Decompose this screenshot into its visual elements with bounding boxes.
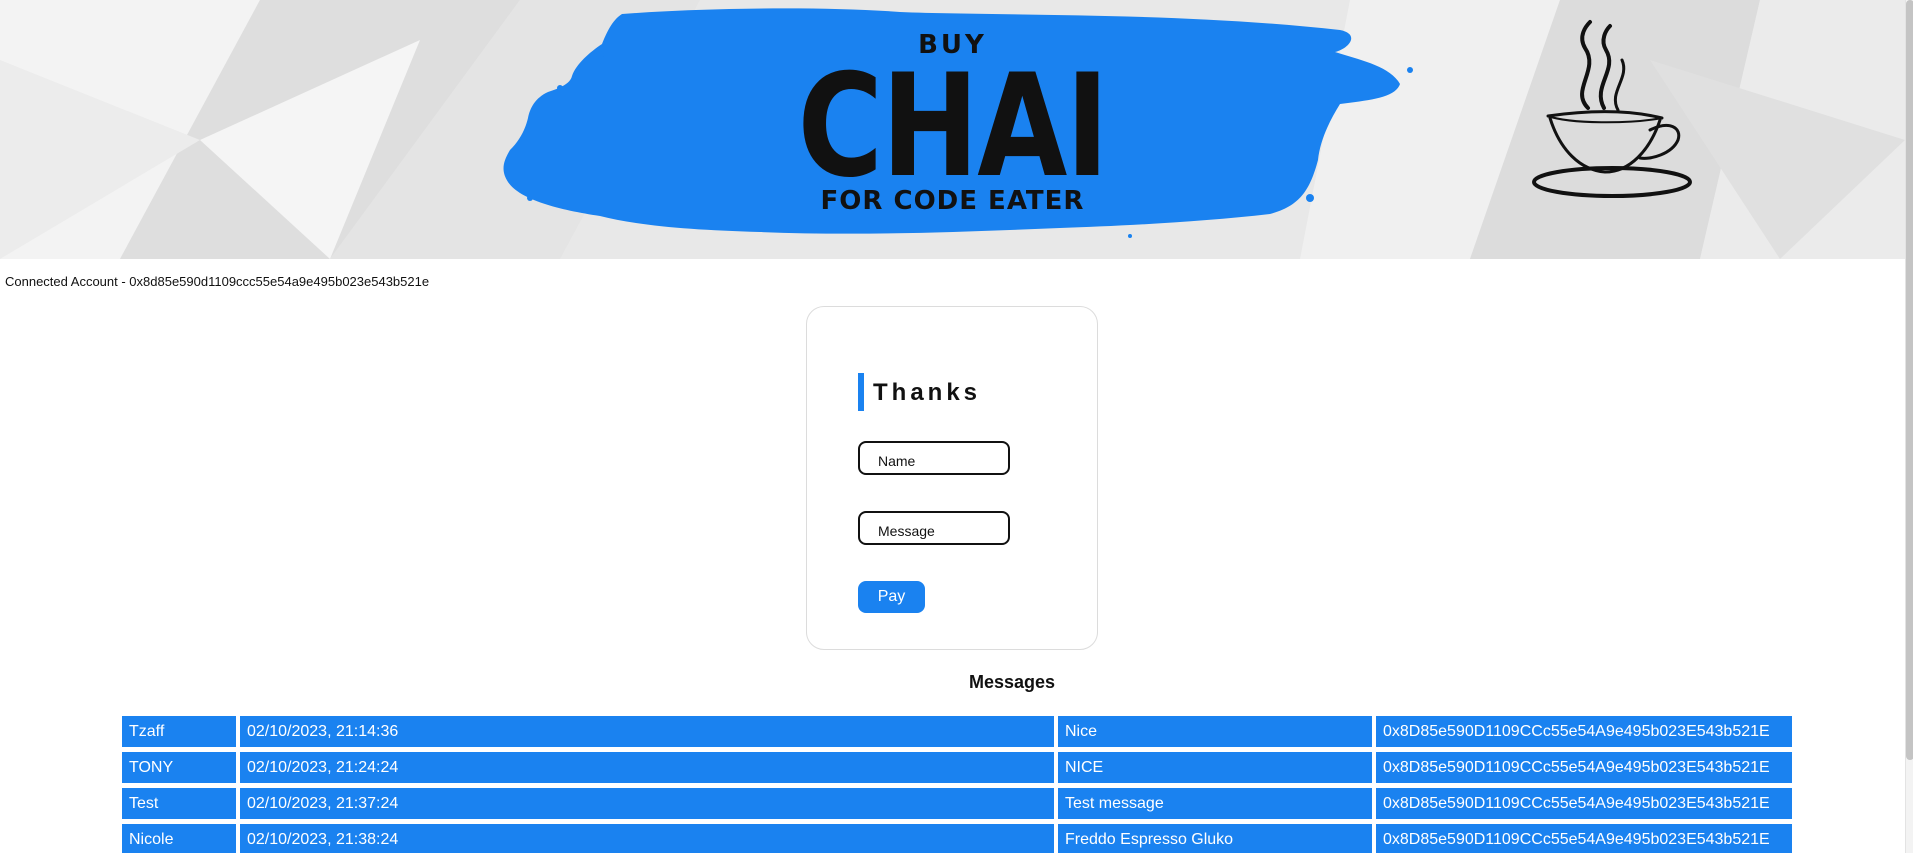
message-input[interactable]: Message xyxy=(858,511,1010,545)
cell-name: Tzaff xyxy=(122,716,236,747)
title-accent-bar xyxy=(858,373,864,411)
payment-form-card: Thanks Name Message Pay xyxy=(806,306,1098,650)
scrollbar-thumb[interactable] xyxy=(1906,0,1913,760)
cell-address: 0x8D85e590D1109CCc55e54A9e495b023E543b52… xyxy=(1376,788,1792,819)
cell-name: TONY xyxy=(122,752,236,783)
cell-message: Test message xyxy=(1058,788,1372,819)
cell-time: 02/10/2023, 21:14:36 xyxy=(240,716,1054,747)
cell-address: 0x8D85e590D1109CCc55e54A9e495b023E543b52… xyxy=(1376,716,1792,747)
messages-heading: Messages xyxy=(968,672,1056,692)
cell-time: 02/10/2023, 21:24:24 xyxy=(240,752,1054,783)
banner-subtitle: FOR CODE EATER xyxy=(820,186,1085,216)
cell-address: 0x8D85e590D1109CCc55e54A9e495b023E543b52… xyxy=(1376,752,1792,783)
form-title: Thanks xyxy=(873,379,982,406)
cell-message: Nice xyxy=(1058,716,1372,747)
cell-time: 02/10/2023, 21:37:24 xyxy=(240,788,1054,819)
cell-time: 02/10/2023, 21:38:24 xyxy=(240,824,1054,853)
banner-chai-text: CHAI xyxy=(797,44,1109,209)
cell-name: Test xyxy=(122,788,236,819)
hero-banner: BUY CHAI FOR CODE EATER xyxy=(0,0,1905,259)
name-input[interactable]: Name xyxy=(858,441,1010,475)
pay-button[interactable]: Pay xyxy=(858,581,925,613)
cell-message: NICE xyxy=(1058,752,1372,783)
cell-name: Nicole xyxy=(122,824,236,853)
connected-account-label: Connected Account - 0x8d85e590d1109ccc55… xyxy=(5,274,430,289)
cell-message: Freddo Espresso Gluko xyxy=(1058,824,1372,853)
scrollbar[interactable] xyxy=(1905,0,1913,853)
page: BUY CHAI FOR CODE EATER Connected Accoun… xyxy=(0,0,1913,853)
cell-address: 0x8D85e590D1109CCc55e54A9e495b023E543b52… xyxy=(1376,824,1792,853)
